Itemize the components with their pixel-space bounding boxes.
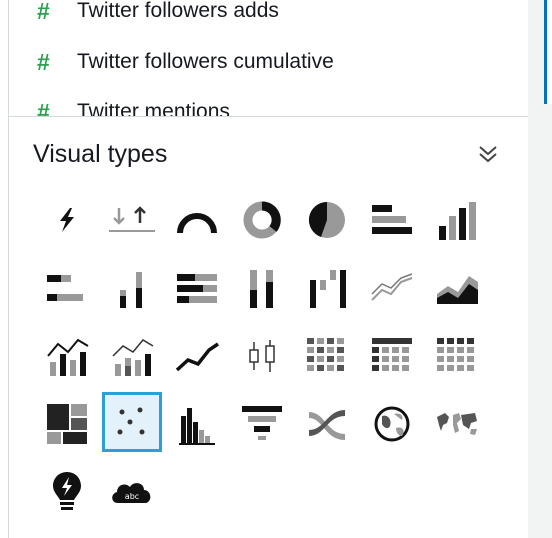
- sankey-icon[interactable]: [297, 394, 357, 454]
- insight-icon[interactable]: [37, 462, 97, 522]
- horizontal-bar-icon[interactable]: [362, 190, 422, 250]
- field-list: # Twitter followers adds # Twitter follo…: [9, 0, 528, 117]
- donut-icon[interactable]: [232, 190, 292, 250]
- horizontal-100-stacked-bar-icon[interactable]: [167, 258, 227, 318]
- horizontal-stacked-bar-icon[interactable]: [37, 258, 97, 318]
- double-chevron-down-icon[interactable]: [473, 139, 503, 169]
- vertical-bar-icon[interactable]: [427, 190, 487, 250]
- field-item-twitter-followers-adds[interactable]: # Twitter followers adds: [37, 0, 279, 26]
- area-chart-icon[interactable]: [427, 258, 487, 318]
- field-item-twitter-mentions[interactable]: # Twitter mentions: [37, 97, 230, 117]
- heat-map-icon[interactable]: [297, 326, 357, 386]
- kpi-icon[interactable]: [37, 190, 97, 250]
- gauge-icon[interactable]: [167, 190, 227, 250]
- funnel-icon[interactable]: [232, 392, 292, 452]
- vertical-stacked-bar-icon[interactable]: [102, 258, 162, 318]
- line-chart-icon[interactable]: [362, 258, 422, 318]
- box-plot-icon[interactable]: [232, 326, 292, 386]
- stacked-bar-line-combo-icon[interactable]: [102, 326, 162, 386]
- fields-and-visuals-panel: # Twitter followers adds # Twitter follo…: [8, 0, 529, 538]
- hash-icon: #: [37, 98, 50, 117]
- vertical-100-stacked-bar-icon[interactable]: [232, 258, 292, 318]
- field-name: Twitter followers adds: [77, 0, 279, 22]
- word-cloud-icon[interactable]: abc: [102, 462, 162, 522]
- geospatial-icon[interactable]: [362, 394, 422, 454]
- visual-types-header: Visual types: [33, 136, 503, 172]
- tree-map-icon[interactable]: [37, 394, 97, 454]
- visual-card-edge[interactable]: [544, 0, 552, 104]
- scatter-plot-icon[interactable]: [102, 392, 162, 452]
- filled-map-icon[interactable]: [427, 394, 487, 454]
- visual-types-title: Visual types: [33, 139, 168, 168]
- field-name: Twitter followers cumulative: [77, 50, 334, 73]
- line-area-icon[interactable]: [167, 326, 227, 386]
- pie-icon[interactable]: [297, 190, 357, 250]
- hash-icon: #: [37, 48, 50, 75]
- gauge-delta-icon[interactable]: [102, 190, 162, 250]
- field-name: Twitter mentions: [77, 100, 230, 117]
- hash-icon: #: [37, 0, 50, 24]
- bar-line-combo-icon[interactable]: [37, 326, 97, 386]
- field-item-twitter-followers-cumulative[interactable]: # Twitter followers cumulative: [37, 47, 334, 77]
- table-icon[interactable]: [427, 326, 487, 386]
- pivot-table-icon[interactable]: [362, 326, 422, 386]
- svg-text:abc: abc: [125, 492, 139, 501]
- waterfall-icon[interactable]: [297, 258, 357, 318]
- histogram-icon[interactable]: [167, 394, 227, 454]
